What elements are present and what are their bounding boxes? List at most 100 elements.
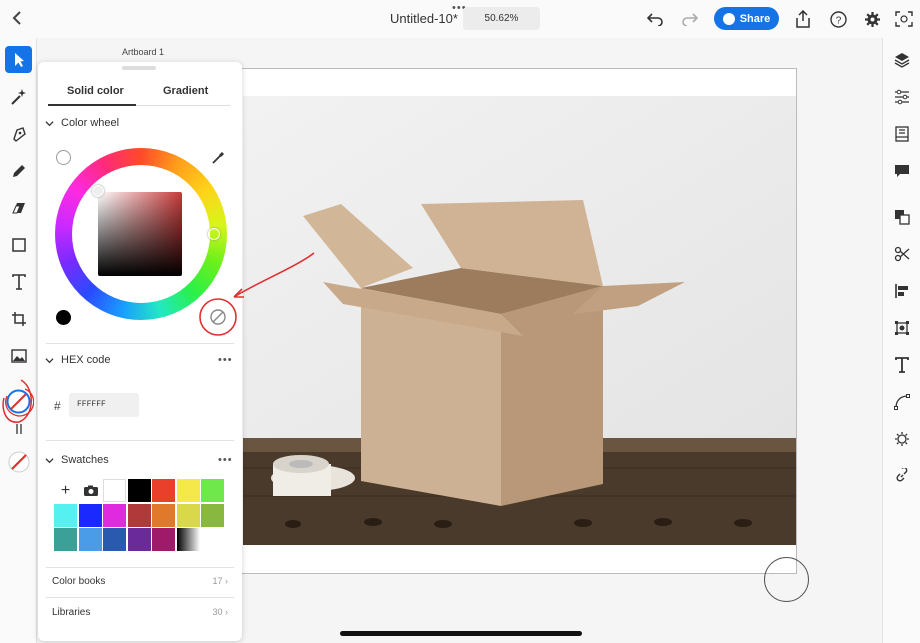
hex-code-label: HEX code: [61, 354, 111, 366]
home-indicator: [340, 631, 582, 636]
text-properties-icon[interactable]: [893, 356, 911, 374]
crop-tool-icon[interactable]: [5, 305, 32, 332]
color-swatch[interactable]: [78, 528, 102, 551]
tab-gradient[interactable]: Gradient: [163, 85, 208, 97]
color-swatch[interactable]: [152, 503, 175, 527]
pen-tool-icon[interactable]: [5, 120, 32, 147]
cardboard-box-photo[interactable]: [243, 96, 796, 545]
scissors-icon[interactable]: [893, 245, 911, 263]
properties-sliders-icon[interactable]: [893, 88, 911, 106]
artboard-label: Artboard 1: [122, 47, 165, 57]
add-user-icon: [722, 12, 735, 25]
effects-icon[interactable]: [893, 430, 911, 448]
color-swatch[interactable]: [152, 479, 175, 502]
black-preset-icon[interactable]: [56, 310, 71, 325]
color-swatch[interactable]: [54, 528, 77, 551]
color-wheel-header[interactable]: Color wheel: [45, 117, 119, 129]
swatches-label: Swatches: [61, 454, 109, 466]
chevron-down-icon: [45, 357, 54, 363]
settings-gear-icon[interactable]: [862, 9, 882, 29]
right-toolbar: [882, 38, 920, 643]
swap-colors-icon[interactable]: [5, 422, 32, 436]
color-panel: Solid color Gradient Color wheel HEX cod…: [38, 62, 315, 641]
section-divider: [46, 567, 234, 568]
chevron-down-icon: [45, 120, 54, 126]
comments-icon[interactable]: [893, 162, 911, 180]
color-swatch[interactable]: [103, 479, 126, 502]
hue-handle[interactable]: [208, 228, 220, 240]
path-anchor-icon[interactable]: [893, 393, 911, 411]
libraries-row[interactable]: Libraries 30 ›: [52, 607, 228, 618]
panel-grip[interactable]: [122, 66, 156, 70]
color-swatch[interactable]: [176, 479, 200, 502]
undo-icon[interactable]: [645, 9, 665, 29]
link-icon[interactable]: [893, 467, 911, 485]
color-swatch[interactable]: [127, 479, 151, 502]
white-preset-icon[interactable]: [56, 150, 71, 165]
left-toolbar: [0, 38, 37, 643]
fill-color-none-icon[interactable]: [3, 386, 34, 417]
add-swatch-icon[interactable]: +: [54, 479, 77, 502]
color-swatch[interactable]: [127, 503, 151, 527]
transform-icon[interactable]: [893, 319, 911, 337]
eraser-tool-icon[interactable]: [5, 194, 32, 221]
share-button[interactable]: Share: [714, 7, 779, 30]
color-swatch[interactable]: [78, 503, 102, 527]
share-label: Share: [739, 12, 771, 25]
swatches-header[interactable]: Swatches: [45, 454, 109, 466]
layers-icon[interactable]: [893, 51, 911, 69]
section-divider: [46, 343, 234, 344]
align-icon[interactable]: [893, 282, 911, 300]
color-wheel[interactable]: [55, 148, 227, 320]
active-tab-indicator: [48, 104, 136, 106]
arrange-icon[interactable]: [893, 208, 911, 226]
hex-input[interactable]: FFFFFF: [69, 393, 139, 417]
eyedropper-icon[interactable]: [211, 149, 227, 165]
hex-more-icon[interactable]: •••: [218, 354, 233, 366]
image-tool-icon[interactable]: [5, 342, 32, 369]
stroke-color-none-icon[interactable]: [5, 448, 32, 475]
saturation-square[interactable]: [98, 192, 182, 276]
chevron-down-icon: [45, 457, 54, 463]
color-books-label: Color books: [52, 576, 106, 587]
libraries-book-icon[interactable]: [893, 125, 911, 143]
color-swatch[interactable]: [201, 503, 224, 527]
color-mode-tabs: Solid color Gradient: [48, 82, 230, 106]
fit-screen-icon[interactable]: [894, 9, 914, 29]
libraries-count: 30: [212, 607, 223, 617]
zoom-level[interactable]: 50.62%: [463, 7, 540, 30]
color-wheel-label: Color wheel: [61, 117, 120, 129]
section-divider: [46, 440, 234, 441]
help-icon[interactable]: ?: [828, 9, 848, 29]
gradient-swatch[interactable]: [176, 528, 200, 551]
svg-text:?: ?: [835, 15, 841, 26]
color-swatch[interactable]: [103, 528, 126, 551]
color-books-row[interactable]: Color books 17 ›: [52, 576, 228, 587]
color-swatch[interactable]: [176, 503, 200, 527]
scroll-handle[interactable]: [764, 557, 809, 602]
top-bar: ••• Untitled-10* 50.62% Share ?: [0, 0, 920, 38]
color-swatch[interactable]: [152, 528, 175, 551]
no-color-icon[interactable]: [206, 305, 230, 329]
export-icon[interactable]: [793, 9, 813, 29]
color-swatch[interactable]: [201, 479, 224, 502]
magic-select-icon[interactable]: [5, 83, 32, 110]
color-swatch[interactable]: [127, 528, 151, 551]
color-swatch[interactable]: [54, 503, 77, 527]
select-tool[interactable]: [5, 46, 32, 73]
rectangle-tool-icon[interactable]: [5, 231, 32, 258]
text-tool-icon[interactable]: [5, 268, 32, 295]
redo-icon[interactable]: [680, 9, 700, 29]
camera-icon[interactable]: [79, 479, 102, 502]
hex-code-header[interactable]: HEX code: [45, 354, 111, 366]
swatches-more-icon[interactable]: •••: [218, 454, 233, 466]
hex-hash: #: [54, 399, 61, 413]
back-icon[interactable]: [10, 9, 28, 29]
saturation-handle[interactable]: [92, 185, 104, 197]
color-books-count: 17: [212, 576, 223, 586]
pencil-tool-icon[interactable]: [5, 157, 32, 184]
color-swatch[interactable]: [103, 503, 126, 527]
section-divider: [46, 597, 234, 598]
tab-solid-color[interactable]: Solid color: [67, 85, 124, 97]
document-title[interactable]: Untitled-10*: [390, 11, 458, 26]
